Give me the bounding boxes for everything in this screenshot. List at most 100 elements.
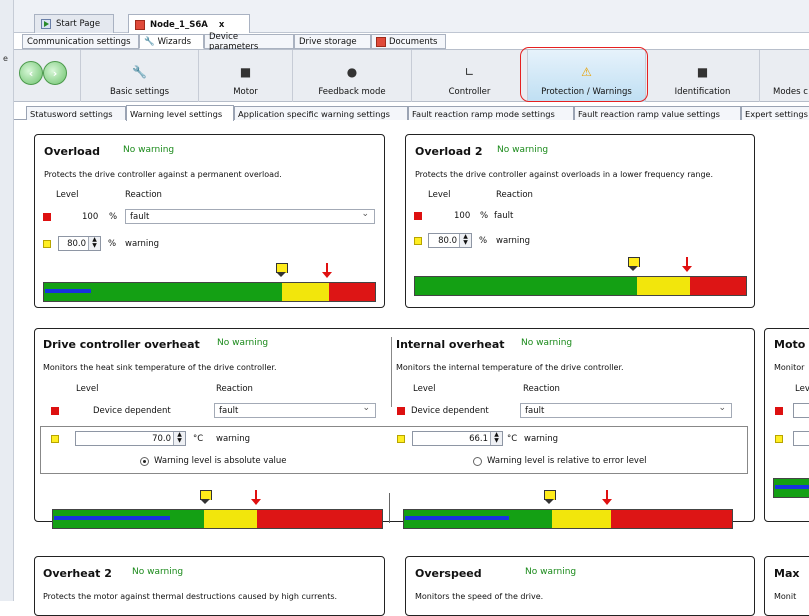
tool-identification[interactable]: ■ Identification bbox=[645, 50, 759, 102]
settings-tab-bar: Statusword settings Warning level settin… bbox=[14, 104, 809, 121]
warning-reaction-text: warning bbox=[216, 434, 251, 444]
warning-reaction-text: warning bbox=[496, 236, 531, 246]
tab-label: Application specific warning settings bbox=[238, 108, 390, 119]
fault-level-field[interactable] bbox=[793, 403, 809, 418]
motor-icon: ■ bbox=[239, 65, 252, 79]
fault-color-swatch bbox=[397, 407, 405, 415]
tab-communication-settings[interactable]: Communication settings bbox=[22, 34, 139, 49]
forward-button[interactable]: › bbox=[43, 61, 67, 85]
wand-icon: 🔧 bbox=[144, 36, 155, 47]
spinner-value: 70.0 bbox=[152, 433, 171, 444]
fault-reaction-dropdown[interactable]: fault bbox=[125, 209, 375, 224]
tab-drive-storage[interactable]: Drive storage bbox=[294, 34, 371, 49]
warning-level-spinner[interactable]: 66.1 ▲ ▼ bbox=[412, 431, 503, 446]
spinner-arrows-icon[interactable]: ▲ ▼ bbox=[88, 237, 100, 250]
start-page-icon bbox=[41, 19, 51, 29]
status-text: No warning bbox=[521, 338, 573, 348]
level-bar bbox=[43, 282, 376, 302]
tab-wizards[interactable]: 🔧 Wizards bbox=[139, 34, 204, 49]
current-value-indicator bbox=[775, 485, 809, 489]
fault-level-unit: % bbox=[480, 211, 489, 221]
level-bar bbox=[414, 276, 747, 296]
tab-label: Documents bbox=[389, 36, 438, 47]
panel-divider bbox=[391, 337, 392, 407]
tool-label: Motor bbox=[233, 87, 258, 97]
tab-fault-reaction-ramp-mode[interactable]: Fault reaction ramp mode settings bbox=[408, 106, 574, 120]
highlight-annotation bbox=[520, 47, 648, 102]
tab-start-page[interactable]: Start Page bbox=[34, 14, 114, 33]
error-arrow-icon bbox=[682, 257, 692, 273]
tool-label: Feedback mode bbox=[318, 87, 386, 97]
fault-level-value: 100 bbox=[454, 211, 471, 221]
tab-label: Statusword settings bbox=[30, 108, 113, 119]
tab-label: Fault reaction ramp value settings bbox=[578, 108, 720, 119]
graph-icon: ∟ bbox=[464, 65, 475, 79]
radio-relative[interactable] bbox=[473, 457, 482, 466]
spinner-arrows-icon[interactable]: ▲ ▼ bbox=[490, 432, 502, 445]
warning-unit: °C bbox=[193, 434, 204, 444]
tool-controller[interactable]: ∟ Controller bbox=[411, 50, 527, 102]
radio-relative-label: Warning level is relative to error level bbox=[487, 456, 647, 466]
tab-fault-reaction-ramp-value[interactable]: Fault reaction ramp value settings bbox=[574, 106, 741, 120]
panel-description: Monitors the speed of the drive. bbox=[415, 592, 544, 601]
panel-title: Overload bbox=[44, 145, 101, 158]
encoder-icon: ● bbox=[346, 65, 358, 79]
documents-icon bbox=[376, 36, 386, 47]
close-icon[interactable]: x bbox=[219, 20, 224, 30]
fault-reaction-dropdown[interactable]: fault bbox=[520, 403, 732, 418]
warning-color-swatch bbox=[43, 240, 51, 248]
spinner-arrows-icon[interactable]: ▲ ▼ bbox=[459, 234, 471, 247]
tab-expert-settings[interactable]: Expert settings bbox=[741, 106, 809, 120]
back-button[interactable]: ‹ bbox=[19, 61, 43, 85]
tab-label: Expert settings bbox=[745, 108, 808, 119]
spinner-arrows-icon[interactable]: ▲ ▼ bbox=[173, 432, 185, 445]
wizard-toolbar: ‹ › 🔧 Basic settings ■ Motor ● Feedback mod… bbox=[14, 50, 809, 102]
panel-description: Monitor bbox=[774, 363, 805, 372]
overload-panel: Overload No warning Protects the drive c… bbox=[34, 134, 385, 308]
fault-color-swatch bbox=[43, 213, 51, 221]
warning-level-spinner[interactable]: 70.0 ▲ ▼ bbox=[75, 431, 186, 446]
dropdown-value: fault bbox=[130, 211, 150, 222]
fault-level-value: Device dependent bbox=[93, 406, 171, 416]
tool-modes[interactable]: Modes c bbox=[759, 50, 809, 102]
warning-level-spinner[interactable]: 80.0 ▲ ▼ bbox=[428, 233, 472, 248]
reaction-header: Reaction bbox=[216, 384, 253, 394]
reaction-header: Reaction bbox=[523, 384, 560, 394]
status-text: No warning bbox=[132, 567, 184, 577]
fault-reaction-dropdown[interactable]: fault bbox=[214, 403, 376, 418]
panel-description: Protects the drive controller against ov… bbox=[415, 170, 714, 179]
warning-color-swatch bbox=[775, 435, 783, 443]
current-value-indicator bbox=[45, 289, 91, 293]
tool-feedback-mode[interactable]: ● Feedback mode bbox=[292, 50, 411, 102]
radio-absolute[interactable] bbox=[140, 457, 149, 466]
tab-statusword-settings[interactable]: Statusword settings bbox=[26, 106, 126, 120]
spinner-value: 66.1 bbox=[469, 433, 488, 444]
tool-motor[interactable]: ■ Motor bbox=[198, 50, 292, 102]
warning-color-swatch bbox=[414, 237, 422, 245]
motor-id-icon: ■ bbox=[696, 65, 709, 79]
max-panel-partial: Max Monit bbox=[764, 556, 809, 616]
warning-marker-icon bbox=[276, 263, 288, 277]
warning-level-spinner[interactable]: 80.0 ▲ ▼ bbox=[58, 236, 101, 251]
level-header: Level bbox=[413, 384, 436, 394]
dock-label: e bbox=[3, 54, 8, 63]
tab-application-warning-settings[interactable]: Application specific warning settings bbox=[234, 106, 408, 120]
tool-basic-settings[interactable]: 🔧 Basic settings bbox=[80, 50, 198, 102]
status-text: No warning bbox=[217, 338, 269, 348]
warning-unit: % bbox=[108, 239, 117, 249]
tab-warning-level-settings[interactable]: Warning level settings bbox=[126, 105, 234, 121]
warning-level-field[interactable] bbox=[793, 431, 809, 446]
tab-label: Start Page bbox=[56, 19, 101, 29]
panel-description: Protects the motor against thermal destr… bbox=[43, 592, 338, 601]
panel-title: Max bbox=[774, 567, 800, 580]
tab-documents[interactable]: Documents bbox=[371, 34, 446, 49]
tab-label: Fault reaction ramp mode settings bbox=[412, 108, 555, 119]
warning-color-swatch bbox=[397, 435, 405, 443]
fault-level-value: Device dependent bbox=[411, 406, 489, 416]
warning-unit: °C bbox=[507, 434, 518, 444]
tool-label: Identification bbox=[674, 87, 731, 97]
warning-unit: % bbox=[479, 236, 488, 246]
level-header: Level bbox=[56, 190, 79, 200]
fault-color-swatch bbox=[414, 212, 422, 220]
tab-device-parameters[interactable]: Device parameters bbox=[204, 32, 294, 52]
